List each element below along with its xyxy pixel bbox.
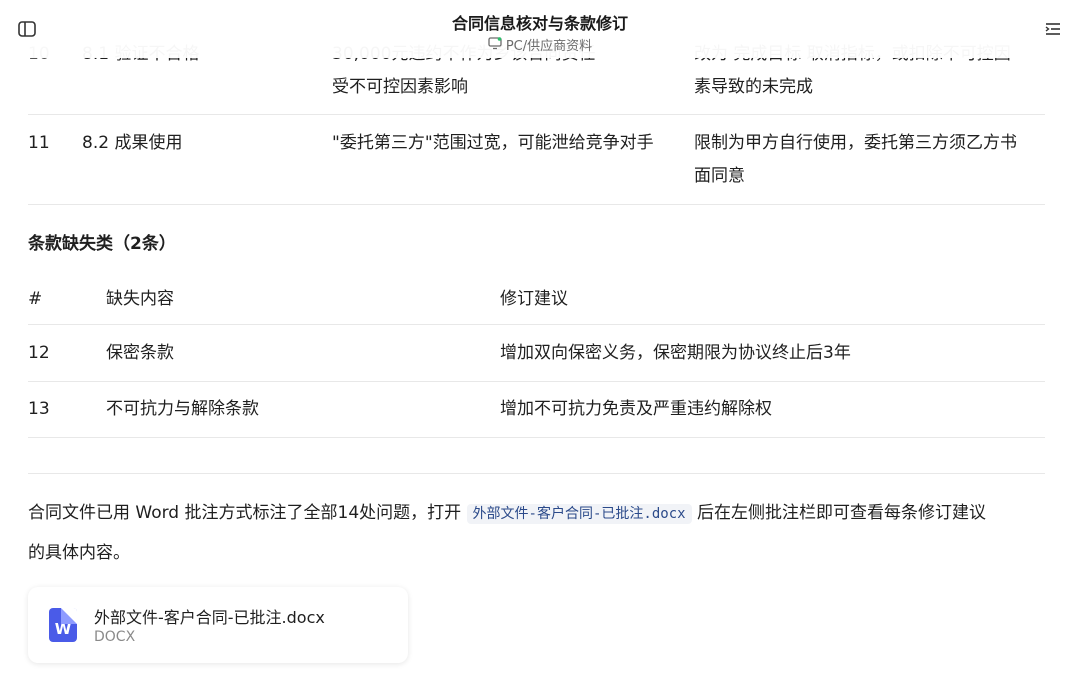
col-header-number: # [28,289,43,309]
attachment-card[interactable]: W 外部文件-客户合同-已批注.docx DOCX [28,587,408,663]
revision-suggestion: 增加双向保密义务，保密期限为协议终止后3年 [500,343,851,363]
summary-text: 合同文件已用 Word 批注方式标注了全部14处问题，打开 [28,503,462,523]
summary-paragraph: 合同文件已用 Word 批注方式标注了全部14处问题，打开 外部文件-客户合同-… [28,494,1045,573]
table-row: 13 不可抗力与解除条款 增加不可抗力免责及严重违约解除权 [28,382,1045,438]
section-title: 条款缺失类（2条） [28,234,176,254]
col-header-suggestion: 修订建议 [500,289,568,309]
subtitle-text: PC/供应商资料 [505,39,593,54]
row-number: 12 [28,343,50,363]
fix-text-line1: 限制为甲方自行使用，委托第三方须乙方书 [694,133,1017,153]
col-header-content: 缺失内容 [106,289,174,309]
missing-content: 保密条款 [106,343,174,363]
fix-text-line2: 素导致的未完成 [694,77,813,97]
fix-text-line2: 面同意 [694,166,745,186]
revision-suggestion: 增加不可抗力免责及严重违约解除权 [500,399,772,419]
summary-text: 的具体内容。 [28,543,130,563]
table-row: 12 保密条款 增加双向保密义务，保密期限为协议终止后3年 [28,325,1045,382]
table-row: 11 8.2 成果使用 "委托第三方"范围过宽，可能泄给竞争对手 限制为甲方自行… [28,115,1045,205]
row-number: 13 [28,399,50,419]
table-header-row: # 缺失内容 修订建议 [28,275,1045,325]
issue-text-line1: "委托第三方"范围过宽，可能泄给竞争对手 [332,133,654,153]
divider [28,473,1045,474]
summary-text: 后在左侧批注栏即可查看每条修订建议 [696,503,986,523]
attachment-filename: 外部文件-客户合同-已批注.docx [94,608,325,627]
inline-code-filename: 外部文件-客户合同-已批注.docx [466,504,692,524]
docx-file-icon: W [49,608,77,642]
row-number: 11 [28,133,50,153]
issue-text-line2: 受不可控因素影响 [332,77,468,97]
page-title: 合同信息核对与条款修订 [451,14,628,33]
attachment-type: DOCX [94,629,136,645]
clause-name: 8.2 成果使用 [82,133,183,153]
top-bar: 合同信息核对与条款修订 PC/供应商资料 [0,0,1080,58]
page-subtitle: PC/供应商资料 [0,35,1080,54]
missing-content: 不可抗力与解除条款 [106,399,259,419]
outline-list-icon[interactable] [1042,18,1064,40]
monitor-icon [488,36,502,54]
